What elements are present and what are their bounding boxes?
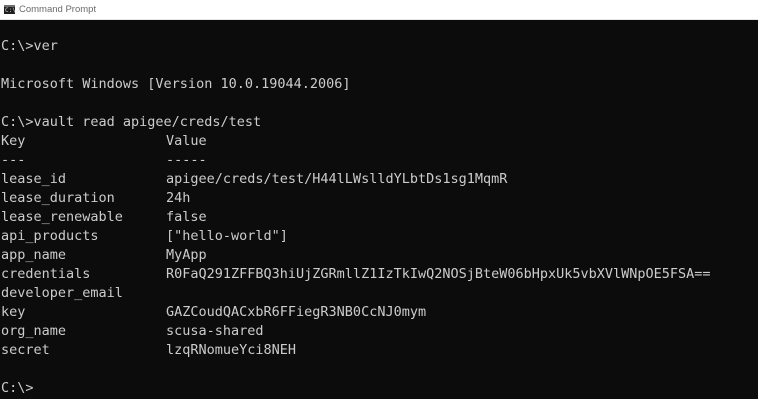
table-header-row: Key Value [1, 132, 758, 151]
table-row: org_name scusa-shared [1, 322, 758, 341]
header-key: Key [1, 133, 26, 149]
row-key: key [1, 304, 26, 320]
table-row: secret lzqRNomueYci8NEH [1, 341, 758, 360]
row-value: scusa-shared [166, 323, 264, 339]
table-row: lease_duration 24h [1, 189, 758, 208]
window-title: Command Prompt [19, 4, 97, 15]
table-row: developer_email [1, 284, 758, 303]
row-key: secret [1, 342, 50, 358]
command-prompt-window: C:\ Command Prompt C:\>ver Microsoft Win… [0, 0, 758, 399]
command-line-vault-read: C:\>vault read apigee/creds/test [1, 114, 262, 130]
row-value: apigee/creds/test/H44lLWslldYLbtDs1sg1Mq… [166, 171, 508, 187]
title-bar[interactable]: C:\ Command Prompt [0, 0, 758, 20]
command-line-ver: C:\>ver [1, 38, 58, 54]
row-value: 24h [166, 190, 191, 206]
row-key: app_name [1, 247, 67, 263]
version-output: Microsoft Windows [Version 10.0.19044.20… [1, 76, 351, 92]
row-key: credentials [1, 266, 91, 282]
row-value: false [166, 209, 207, 225]
header-value: Value [166, 133, 207, 149]
separator-key: --- [1, 152, 26, 168]
row-key: lease_renewable [1, 209, 123, 225]
console-output[interactable]: C:\>ver Microsoft Windows [Version 10.0.… [1, 37, 758, 398]
table-separator-row: --- ----- [1, 151, 758, 170]
row-key: lease_duration [1, 190, 115, 206]
row-value: lzqRNomueYci8NEH [166, 342, 297, 358]
row-key: lease_id [1, 171, 67, 187]
row-value: GAZCoudQACxbR6FFiegR3NB0CcNJ0mym [166, 304, 427, 320]
row-key: developer_email [1, 285, 123, 301]
command-prompt-line[interactable]: C:\> [1, 379, 758, 398]
command-prompt-icon: C:\ [4, 5, 16, 14]
table-row: app_name MyApp [1, 246, 758, 265]
row-key: api_products [1, 228, 99, 244]
table-row: lease_renewable false [1, 208, 758, 227]
table-row: credentials R0FaQ291ZFFBQ3hiUjZGRmllZ1Iz… [1, 265, 758, 284]
table-row: lease_id apigee/creds/test/H44lLWslldYLb… [1, 170, 758, 189]
command-prompt-icon-glyph: C:\ [5, 7, 16, 14]
separator-value: ----- [166, 152, 207, 168]
row-value: ["hello-world"] [166, 228, 288, 244]
table-row: key GAZCoudQACxbR6FFiegR3NB0CcNJ0mym [1, 303, 758, 322]
row-value: MyApp [166, 247, 207, 263]
row-key: org_name [1, 323, 67, 339]
table-row: api_products ["hello-world"] [1, 227, 758, 246]
row-value: R0FaQ291ZFFBQ3hiUjZGRmllZ1IzTkIwQ2NOSjBt… [166, 266, 711, 282]
